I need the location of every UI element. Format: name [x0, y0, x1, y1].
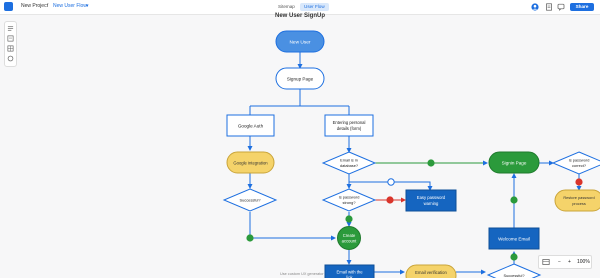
node-new-user[interactable]: New User: [275, 30, 325, 53]
node-email-verification[interactable]: Email verification: [405, 264, 457, 278]
svg-text:Google Auth: Google Auth: [238, 124, 264, 129]
zoom-out-button[interactable]: −: [558, 259, 561, 265]
yes-badge-icon: [345, 215, 353, 223]
decision-password-strong[interactable]: Is password strong?: [321, 188, 377, 212]
no-badge-icon: [575, 178, 583, 186]
yes-badge-icon: [246, 234, 254, 242]
svg-text:Welcome Email: Welcome Email: [498, 237, 530, 242]
node-restore-password[interactable]: Restore password process: [554, 189, 600, 212]
svg-text:warning: warning: [424, 201, 439, 206]
svg-text:Is password: Is password: [569, 158, 590, 163]
zoom-level: 100%: [577, 259, 590, 265]
decision-successful-2[interactable]: Successful?: [486, 263, 542, 278]
node-signin-page[interactable]: Signin Page: [488, 151, 540, 174]
yes-badge-icon: [427, 159, 435, 167]
svg-text:Entering personal: Entering personal: [333, 120, 366, 125]
node-email-with-link[interactable]: Email with the link: [324, 264, 375, 278]
svg-text:Successful?: Successful?: [504, 273, 526, 278]
node-welcome-email[interactable]: Welcome Email: [488, 227, 540, 250]
decision-password-correct[interactable]: Is password correct?: [551, 151, 600, 175]
svg-text:database?: database?: [340, 163, 359, 168]
svg-text:Email verification: Email verification: [415, 270, 447, 275]
svg-text:process: process: [572, 201, 586, 206]
loop-badge-icon: [387, 178, 395, 186]
decision-successful-1[interactable]: Successful?: [222, 188, 278, 212]
svg-text:account: account: [342, 239, 358, 244]
svg-text:New User: New User: [289, 40, 310, 46]
zoom-in-button[interactable]: +: [568, 259, 571, 265]
no-badge-icon: [386, 196, 394, 204]
svg-text:Successful?: Successful?: [240, 198, 262, 203]
yes-badge-icon: [510, 196, 518, 204]
svg-text:Restore password: Restore password: [563, 195, 594, 200]
svg-text:correct?: correct?: [572, 163, 587, 168]
decision-email-in-db[interactable]: Email is in database?: [321, 151, 377, 175]
node-google-integration[interactable]: Google integration: [226, 151, 275, 174]
node-easy-password-warning[interactable]: Easy password warning: [405, 189, 457, 212]
yes-badge-icon: [510, 253, 518, 261]
svg-text:Google integration: Google integration: [233, 161, 268, 166]
minimap-icon[interactable]: [542, 258, 550, 266]
node-google-auth[interactable]: Google Auth: [226, 114, 275, 137]
svg-text:Easy password: Easy password: [417, 195, 446, 200]
node-signup-page[interactable]: Signup Page: [275, 67, 325, 90]
svg-text:Email with the: Email with the: [336, 270, 363, 275]
svg-text:Email is in: Email is in: [340, 158, 358, 163]
svg-text:Create: Create: [343, 233, 356, 238]
svg-text:Is password: Is password: [339, 195, 360, 200]
node-create-account[interactable]: Create account: [337, 226, 361, 250]
svg-text:Signin Page: Signin Page: [502, 161, 527, 166]
footer-note: Use custom UX generator: [280, 272, 324, 276]
svg-text:details (form): details (form): [337, 126, 362, 131]
svg-text:Signup Page: Signup Page: [287, 77, 314, 82]
zoom-control: − + 100%: [538, 255, 592, 269]
flow-diagram: New User Signup Page Google Auth Enterin…: [222, 30, 600, 278]
node-entering-details[interactable]: Entering personal details (form): [324, 114, 374, 137]
svg-text:strong?: strong?: [343, 200, 357, 205]
